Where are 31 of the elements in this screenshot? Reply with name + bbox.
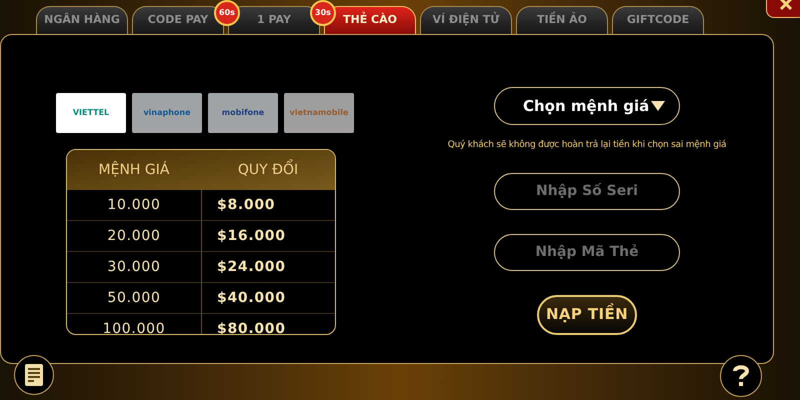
carrier-card[interactable]: VIETTEL (56, 93, 126, 133)
table-cell-text: 20.000 (106, 226, 162, 246)
carrier-card[interactable]: vinaphone (132, 93, 202, 133)
help-button[interactable] (720, 355, 762, 397)
carrier-card[interactable]: mobifone (208, 93, 278, 133)
top-up-button[interactable]: NẠP TIỀN (537, 294, 637, 334)
timer-badge: 30s (310, 0, 336, 26)
caret-icon (651, 101, 665, 111)
help-icon (733, 364, 749, 388)
tab[interactable]: VÍ ĐIỆN TỬ (420, 6, 512, 34)
close-icon (779, 0, 793, 11)
table-cell-text: 30.000 (106, 258, 162, 276)
table-cell-text: $8.000 (216, 196, 276, 214)
timer-badge: 60s (214, 0, 240, 26)
table-cell-text: $16.000 (216, 226, 287, 246)
serial-field[interactable]: Nhập Số Seri (494, 172, 680, 210)
tab[interactable]: GIFTCODE (612, 6, 704, 34)
list-icon (25, 364, 43, 386)
notice-text: Quý khách sẽ không được hoàn trả lại tiền khi chọn sai mệnh giá (448, 139, 726, 152)
table-cell-text: 100.000 (102, 320, 166, 334)
history-button[interactable] (14, 355, 54, 395)
table-cell-text: $40.000 (216, 288, 287, 308)
table-cell-text: $24.000 (216, 258, 287, 276)
card-code-field[interactable]: Nhập Mã Thẻ (494, 234, 680, 270)
tab[interactable]: TIỀN ẢO (516, 6, 608, 34)
tab[interactable]: NGÂN HÀNG (36, 6, 128, 34)
table-cell-text: 50.000 (106, 288, 162, 308)
column-header: MỆNH GIÁ (98, 160, 170, 180)
table-cell-text: 10.000 (106, 196, 162, 214)
denomination-dropdown[interactable]: Chọn mệnh giá (494, 87, 680, 125)
column-header: QUY ĐỔI (201, 160, 335, 180)
